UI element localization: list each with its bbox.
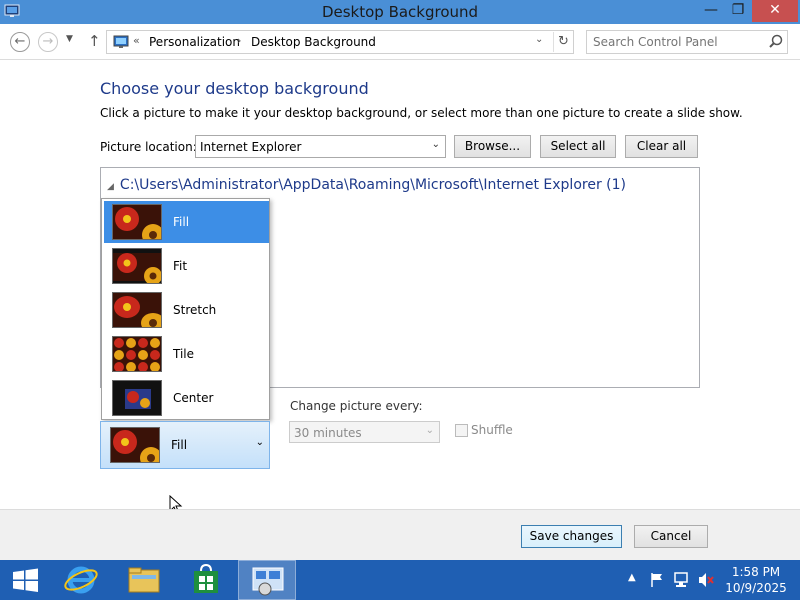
breadcrumb-separator[interactable]: › xyxy=(237,34,241,47)
address-history-button[interactable]: ⌄ xyxy=(535,34,543,45)
cancel-button[interactable]: Cancel xyxy=(634,525,708,548)
tile-preview-icon xyxy=(112,336,162,372)
arrow-right-icon: → xyxy=(42,34,54,49)
position-option-label: Fit xyxy=(173,259,188,273)
folder-icon xyxy=(128,567,160,593)
taskbar-control-panel[interactable] xyxy=(238,560,296,600)
up-button[interactable]: ↑ xyxy=(88,32,101,50)
window-title: Desktop Background xyxy=(321,3,479,21)
system-clock[interactable]: 1:58 PM 10/9/2025 xyxy=(720,564,792,596)
checkbox-box[interactable] xyxy=(455,424,468,437)
taskbar-internet-explorer[interactable] xyxy=(54,560,108,600)
network-icon xyxy=(674,572,688,587)
navigation-bar: ← → ▼ ↑ « Personalization › Desktop Back… xyxy=(0,24,800,60)
position-option-fill[interactable]: Fill xyxy=(104,201,269,243)
page-title: Choose your desktop background xyxy=(100,79,369,98)
collapse-triangle-icon: ◢ xyxy=(107,182,114,192)
change-interval-value: 30 minutes xyxy=(294,426,362,440)
picture-location-label: Picture location: xyxy=(100,140,197,154)
position-option-label: Stretch xyxy=(173,303,217,317)
fill-preview-icon xyxy=(112,204,162,240)
clock-time: 1:58 PM xyxy=(731,565,781,579)
breadcrumb-overflow[interactable]: « xyxy=(133,34,140,47)
forward-button[interactable]: → xyxy=(38,32,58,52)
speaker-muted-icon xyxy=(699,573,714,587)
picture-position-value: Fill xyxy=(171,438,188,452)
select-all-button[interactable]: Select all xyxy=(540,135,616,158)
restore-button[interactable]: ❐ xyxy=(724,0,752,22)
back-button[interactable]: ← xyxy=(10,32,30,52)
close-button[interactable]: ✕ xyxy=(752,0,798,22)
refresh-icon: ↻ xyxy=(558,34,569,49)
footer-bar: Save changes Cancel xyxy=(0,509,800,560)
chevron-down-icon: ▼ xyxy=(66,34,73,44)
folder-group-header[interactable]: ◢ C:\Users\Administrator\AppData\Roaming\… xyxy=(107,177,626,193)
position-option-label: Fill xyxy=(173,215,190,229)
address-bar[interactable]: « Personalization › Desktop Background ⌄… xyxy=(106,30,574,54)
position-option-label: Center xyxy=(173,391,214,405)
control-panel-icon xyxy=(252,567,284,596)
browse-button[interactable]: Browse... xyxy=(454,135,531,158)
refresh-button[interactable]: ↻ xyxy=(553,32,573,52)
control-panel-icon xyxy=(113,35,129,48)
position-option-center[interactable]: Center xyxy=(104,377,269,419)
minimize-button[interactable]: — xyxy=(697,0,725,22)
instruction-text: Click a picture to make it your desktop … xyxy=(100,106,743,120)
taskbar-store[interactable] xyxy=(180,560,234,600)
taskbar: ▲ 1:58 PM 10/9/2025 xyxy=(0,560,800,600)
change-picture-label: Change picture every: xyxy=(290,399,423,413)
recent-locations-button[interactable]: ▼ xyxy=(66,34,73,44)
fit-preview-icon xyxy=(112,248,162,284)
picture-position-select[interactable]: Fill ⌄ xyxy=(100,421,270,469)
clock-date: 10/9/2025 xyxy=(725,581,787,595)
flag-icon xyxy=(651,573,662,587)
breadcrumb-desktop-background[interactable]: Desktop Background xyxy=(251,35,376,49)
picture-location-select[interactable]: Internet Explorer ⌄ xyxy=(195,135,446,158)
taskbar-file-explorer[interactable] xyxy=(117,560,171,600)
chevron-down-icon: ⌄ xyxy=(425,425,434,436)
clear-all-button[interactable]: Clear all xyxy=(625,135,698,158)
chevron-up-icon: ▲ xyxy=(628,572,636,583)
chevron-down-icon: ⌄ xyxy=(431,139,440,150)
title-bar: Desktop Background — ❐ ✕ xyxy=(0,0,800,24)
chevron-down-icon: ⌄ xyxy=(255,437,264,448)
arrow-up-icon: ↑ xyxy=(88,32,101,50)
picture-position-dropdown: Fill Fit Stretch Tile Center xyxy=(101,198,270,420)
breadcrumb-personalization[interactable]: Personalization xyxy=(149,35,240,49)
arrow-left-icon: ← xyxy=(14,34,26,49)
picture-location-value: Internet Explorer xyxy=(200,140,302,154)
search-input[interactable] xyxy=(593,34,763,50)
shuffle-label: Shuffle xyxy=(471,423,513,437)
internet-explorer-icon xyxy=(64,566,98,594)
fill-preview-icon xyxy=(110,427,160,463)
start-button[interactable] xyxy=(0,560,54,600)
position-option-stretch[interactable]: Stretch xyxy=(104,289,269,331)
search-box[interactable] xyxy=(586,30,788,54)
save-changes-button[interactable]: Save changes xyxy=(521,525,622,548)
change-interval-select[interactable]: 30 minutes ⌄ xyxy=(289,421,440,443)
stretch-preview-icon xyxy=(112,292,162,328)
position-option-tile[interactable]: Tile xyxy=(104,333,269,375)
center-preview-icon xyxy=(112,380,162,416)
chevron-down-icon: ⌄ xyxy=(535,34,544,45)
windows-logo-icon xyxy=(13,568,38,592)
store-icon xyxy=(194,563,218,593)
position-option-fit[interactable]: Fit xyxy=(104,245,269,287)
search-icon xyxy=(769,34,783,48)
folder-path: C:\Users\Administrator\AppData\Roaming\M… xyxy=(119,177,626,193)
position-option-label: Tile xyxy=(173,347,195,361)
